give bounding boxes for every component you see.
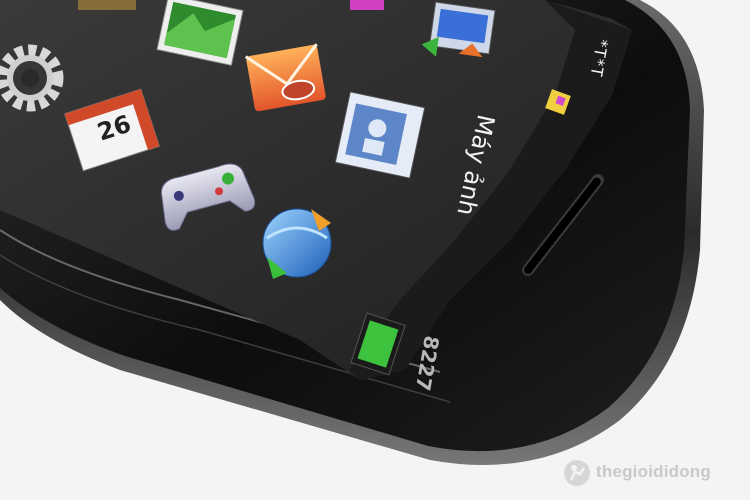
watermark-logo-icon [564, 460, 590, 486]
contacts-notebook-icon [334, 91, 426, 179]
watermark: thegioididong [560, 456, 740, 490]
product-photo [0, 0, 704, 465]
watermark-text: thegioididong [596, 462, 711, 481]
